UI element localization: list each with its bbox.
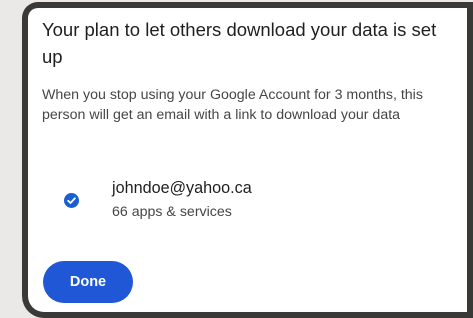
recipient-services: 66 apps & services — [112, 204, 232, 220]
dialog-description: When you stop using your Google Account … — [42, 87, 423, 123]
recipient-email: johndoe@yahoo.ca — [112, 179, 252, 197]
dialog-title: Your plan to let others download your da… — [42, 19, 437, 67]
confirmation-dialog: Your plan to let others download your da… — [28, 8, 467, 312]
check-circle-icon — [64, 193, 79, 208]
done-button[interactable]: Done — [43, 261, 133, 303]
recipient-item[interactable]: johndoe@yahoo.ca 66 apps & services — [42, 176, 452, 226]
